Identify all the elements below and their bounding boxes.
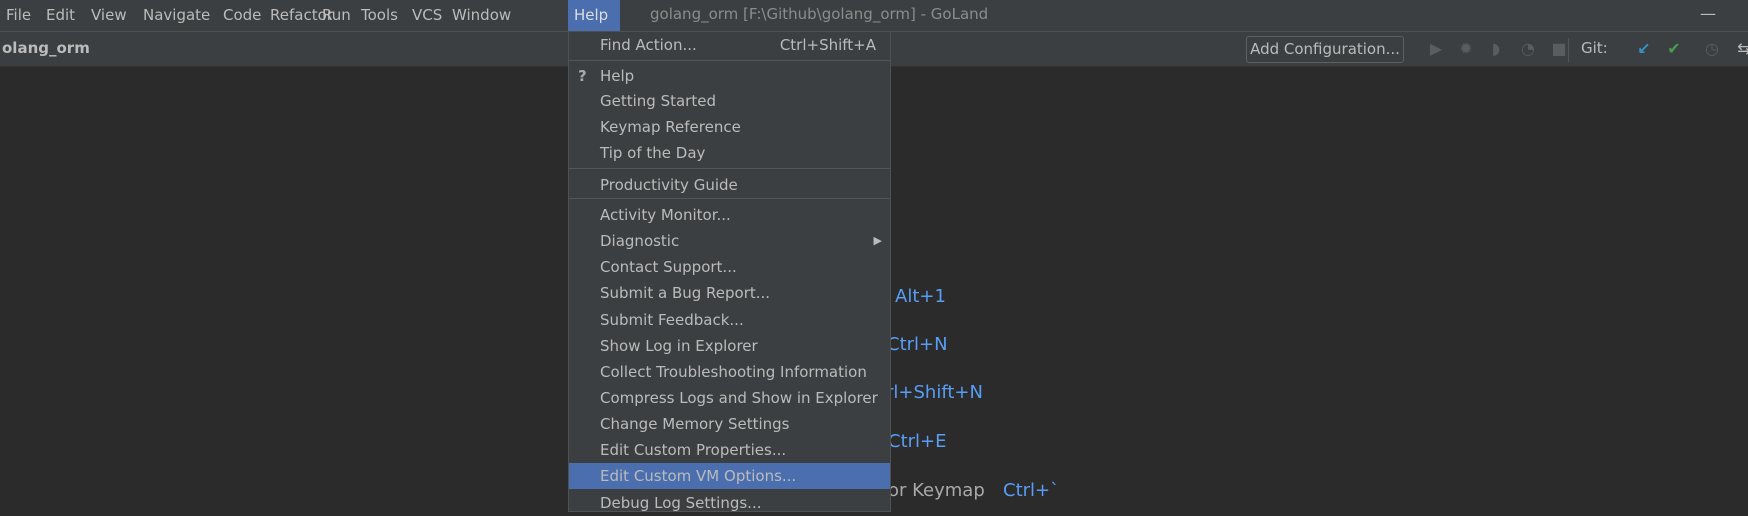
menu-item-label: Diagnostic: [600, 232, 680, 250]
git-history-icon[interactable]: ◷: [1702, 39, 1722, 59]
menu-item-label: Help: [600, 67, 635, 85]
menu-item-tip-of-the-day[interactable]: Tip of the Day: [569, 140, 890, 166]
project-breadcrumb[interactable]: olang_orm: [2, 39, 90, 57]
git-label: Git:: [1581, 39, 1608, 57]
run-icon[interactable]: ▶: [1426, 39, 1446, 59]
menu-item-submit-bug-report[interactable]: Submit a Bug Report...: [569, 280, 890, 306]
hint-label: or Keymap: [888, 480, 985, 501]
menu-item-label: Find Action...: [600, 36, 697, 54]
menu-item-edit-custom-vm-options[interactable]: Edit Custom VM Options...: [569, 463, 890, 489]
menu-edit[interactable]: Edit: [40, 0, 81, 31]
menu-item-show-log[interactable]: Show Log in Explorer: [569, 333, 890, 359]
git-rollback-icon[interactable]: ⇆: [1734, 39, 1748, 59]
menu-item-submit-feedback[interactable]: Submit Feedback...: [569, 307, 890, 333]
menu-window[interactable]: Window: [446, 0, 517, 31]
help-question-icon: ?: [578, 67, 587, 85]
menu-item-help[interactable]: ? Help: [569, 63, 890, 89]
menu-item-compress-logs[interactable]: Compress Logs and Show in Explorer: [569, 385, 890, 411]
menu-code[interactable]: Code: [217, 0, 267, 31]
menu-item-productivity-guide[interactable]: Productivity Guide: [569, 172, 890, 198]
add-configuration-button[interactable]: Add Configuration...: [1246, 36, 1404, 63]
menu-item-keymap-reference[interactable]: Keymap Reference: [569, 114, 890, 140]
submenu-arrow-icon: ▶: [873, 234, 882, 247]
debug-icon[interactable]: ✹: [1456, 39, 1476, 59]
toolbar-separator: [1568, 38, 1569, 62]
menu-help[interactable]: Help: [568, 0, 620, 31]
help-menu-dropdown: Find Action... Ctrl+Shift+A ? Help Getting…: [568, 32, 891, 512]
menu-separator: [569, 168, 890, 169]
menu-item-edit-custom-properties[interactable]: Edit Custom Properties...: [569, 437, 890, 463]
hint-shortcut: Ctrl+N: [887, 334, 948, 355]
menu-vcs[interactable]: VCS: [406, 0, 448, 31]
menu-item-find-action[interactable]: Find Action... Ctrl+Shift+A: [569, 32, 890, 58]
git-update-icon[interactable]: ↙: [1634, 39, 1654, 59]
menu-tools[interactable]: Tools: [355, 0, 404, 31]
shortcut-label: Ctrl+Shift+A: [779, 36, 876, 54]
menu-item-activity-monitor[interactable]: Activity Monitor...: [569, 202, 890, 228]
menu-file[interactable]: File: [0, 0, 37, 31]
menu-item-getting-started[interactable]: Getting Started: [569, 88, 890, 114]
window-title: golang_orm [F:\Github\golang_orm] - GoLa…: [650, 5, 989, 23]
menu-run[interactable]: Run: [316, 0, 357, 31]
menu-item-contact-support[interactable]: Contact Support...: [569, 254, 890, 280]
menu-item-change-memory[interactable]: Change Memory Settings: [569, 411, 890, 437]
menu-bar: File Edit View Navigate Code Refactor Ru…: [0, 0, 1748, 32]
stop-icon[interactable]: ■: [1549, 39, 1569, 59]
menu-item-collect-troubleshooting[interactable]: Collect Troubleshooting Information: [569, 359, 890, 385]
minimize-button[interactable]: —: [1700, 4, 1716, 23]
git-commit-icon[interactable]: ✔: [1664, 39, 1684, 59]
hint-shortcut: Alt+1: [895, 286, 946, 307]
menu-view[interactable]: View: [85, 0, 133, 31]
hint-shortcut: rl+Shift+N: [886, 382, 983, 403]
profile-icon[interactable]: ◔: [1518, 39, 1538, 59]
menu-separator: [569, 198, 890, 199]
menu-separator: [569, 60, 890, 61]
menu-item-debug-log-settings[interactable]: Debug Log Settings...: [569, 490, 890, 516]
menu-item-diagnostic[interactable]: Diagnostic ▶: [569, 228, 890, 254]
hint-shortcut: Ctrl+E: [888, 431, 947, 452]
hint-shortcut: Ctrl+`: [1003, 480, 1060, 501]
coverage-icon[interactable]: ◗: [1486, 39, 1506, 59]
menu-navigate[interactable]: Navigate: [137, 0, 216, 31]
